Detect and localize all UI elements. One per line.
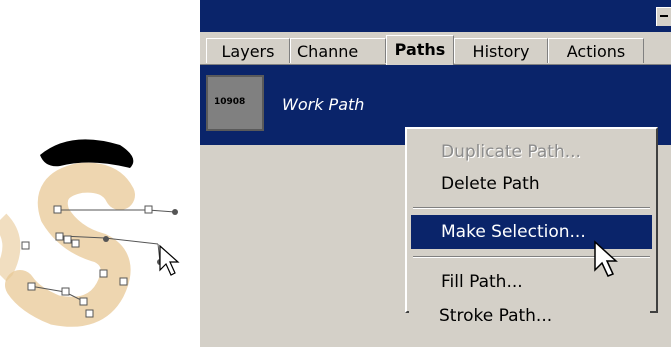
- tab-layers[interactable]: Layers: [206, 38, 290, 63]
- path-thumbnail: 10908: [206, 75, 264, 131]
- menu-item-stroke-path[interactable]: Stroke Path...: [409, 299, 650, 333]
- arrow-cursor-icon: [159, 244, 180, 276]
- tab-channels[interactable]: Channe: [290, 38, 386, 63]
- letter-s-path-artwork[interactable]: [0, 0, 200, 347]
- panel-menu-icon[interactable]: [656, 7, 671, 26]
- tab-actions[interactable]: Actions: [548, 38, 644, 63]
- palette-title-bar[interactable]: [200, 0, 671, 32]
- menu-item-duplicate-path[interactable]: Duplicate Path...: [411, 135, 652, 169]
- path-name[interactable]: Work Path: [282, 95, 364, 114]
- tab-paths[interactable]: Paths: [386, 35, 454, 65]
- tab-history[interactable]: History: [454, 38, 548, 63]
- path-thumbnail-label: 10908: [214, 97, 246, 107]
- arrow-cursor-icon: [594, 240, 618, 277]
- document-canvas[interactable]: [0, 0, 200, 347]
- menu-separator: [413, 207, 650, 209]
- palette-tabs: Layers Channe Paths History Actions: [200, 32, 671, 65]
- path-context-menu: Duplicate Path... Delete Path Make Selec…: [405, 127, 658, 313]
- menu-item-delete-path[interactable]: Delete Path: [411, 167, 652, 201]
